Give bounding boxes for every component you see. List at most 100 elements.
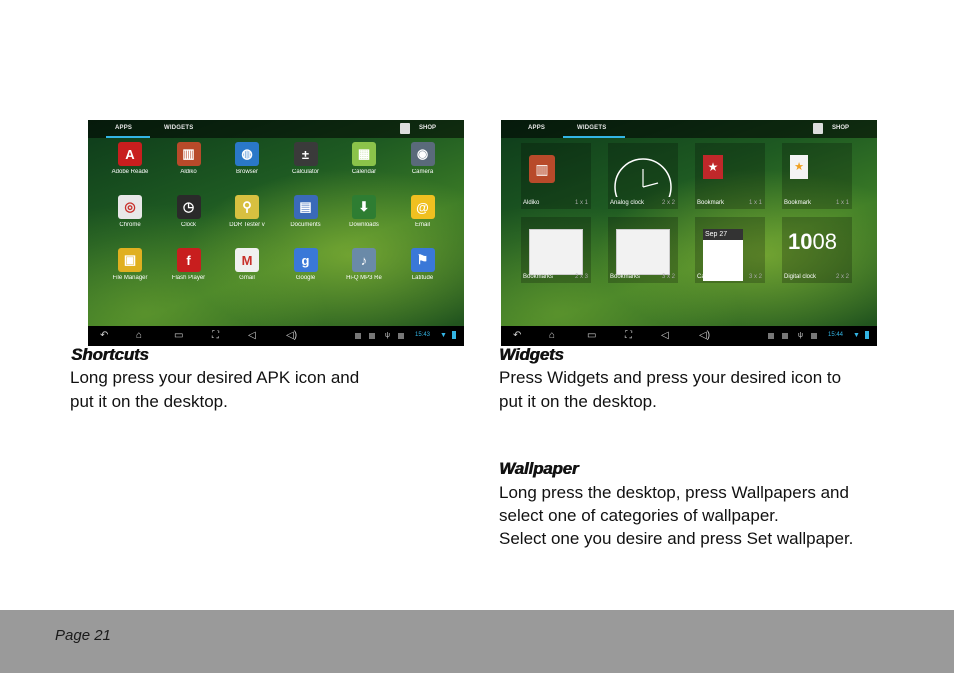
app-drawer-tabbar: APPS WIDGETS SHOP (501, 120, 877, 138)
shop-button[interactable]: SHOP (832, 125, 849, 131)
app-gmail[interactable]: M Gmail (218, 248, 276, 281)
usb-icon: ψ (798, 332, 803, 339)
aldiko-icon: ▥ (176, 142, 201, 166)
file-manager-icon: ▣ (118, 248, 142, 272)
volume-up-icon[interactable]: ◁) (286, 330, 297, 342)
widget-size: 2 x 2 (661, 200, 675, 206)
adobe-reader-icon: A (118, 142, 142, 166)
app-camera[interactable]: ◉ Camera (394, 142, 452, 175)
app-latitude[interactable]: ⚑ Latitude (394, 248, 452, 281)
app-calculator[interactable]: ± Calculator (277, 142, 335, 175)
chrome-icon: ◎ (118, 195, 142, 219)
app-label: Clock (180, 222, 196, 228)
google-icon: g (293, 248, 318, 272)
widget-calendar[interactable]: Sep 27 Calendar 3 x 2 (695, 217, 765, 283)
app-label: Aldiko (180, 169, 197, 175)
bookmark-icon: ★ (703, 155, 723, 179)
shop-bag-icon[interactable] (400, 123, 410, 134)
widget-size: 3 x 2 (661, 274, 675, 280)
screenshot-icon[interactable]: ⛶ (212, 330, 219, 342)
widget-size: 1 x 1 (835, 200, 849, 206)
volume-down-icon[interactable]: ◁ (661, 330, 669, 342)
app-label: Flash Player (171, 275, 206, 281)
app-downloads[interactable]: ⬇ Downloads (335, 195, 393, 228)
app-label: Browser (235, 169, 258, 175)
page-number: Page 21 (55, 627, 111, 644)
shop-bag-icon[interactable] (813, 123, 823, 134)
widget-bookmark[interactable]: ★ Bookmark 1 x 1 (782, 143, 852, 209)
battery-icon (452, 331, 456, 339)
app-flash-player[interactable]: f Flash Player (160, 248, 218, 281)
app-adobe-reade[interactable]: A Adobe Reade (101, 142, 159, 175)
shop-button[interactable]: SHOP (419, 125, 436, 131)
widget-analog-clock[interactable]: Analog clock 2 x 2 (608, 143, 678, 216)
sd-card-icon (811, 333, 817, 339)
app-email[interactable]: @ Email (394, 195, 452, 228)
widget-bookmarks[interactable]: Bookmarks 3 x 2 (608, 217, 678, 283)
widget-size: 2 x 3 (574, 274, 588, 280)
aldiko-widget-icon: ▥ (529, 155, 555, 183)
app-google[interactable]: g Google (277, 248, 335, 281)
widget-label: Bookmarks (610, 274, 641, 280)
recent-apps-icon[interactable]: ▭ (174, 330, 183, 342)
back-icon[interactable]: ↶ (100, 330, 108, 342)
ddr-tester-icon: ⚲ (235, 195, 259, 219)
app-drawer-tabbar: APPS WIDGETS SHOP (88, 120, 464, 138)
wallpaper-line-2: select one of categories of wallpaper. (499, 506, 779, 525)
widgets-heading: Widgets (499, 345, 564, 364)
tab-widgets-indicator (563, 136, 625, 138)
app-file-manager[interactable]: ▣ File Manager (101, 248, 159, 281)
widget-aldiko[interactable]: ▥ Aldiko 1 x 1 (521, 143, 591, 209)
back-icon[interactable]: ↶ (513, 330, 521, 342)
wallpaper-line-1: Long press the desktop, press Wallpapers… (499, 483, 849, 502)
app-calendar[interactable]: ▦ Calendar (335, 142, 393, 175)
widget-label: Bookmark (784, 200, 812, 206)
app-documents[interactable]: ▤ Documents (277, 195, 335, 228)
volume-down-icon[interactable]: ◁ (248, 330, 256, 342)
system-nav-bar: ↶ ⌂ ▭ ⛶ ◁ ◁) ψ 15:44 ▼ (501, 326, 877, 346)
camera-icon: ◉ (410, 142, 435, 166)
bookmarks-grid-icon (529, 229, 583, 275)
tab-apps[interactable]: APPS (528, 125, 545, 131)
app-browser[interactable]: ◍ Browser (218, 142, 276, 175)
bookmarks-list-icon (616, 229, 670, 275)
downloads-icon: ⬇ (352, 195, 376, 219)
widget-size: 2 x 2 (835, 274, 849, 280)
analog-clock-icon (614, 157, 672, 216)
app-label: Email (414, 222, 430, 228)
tab-apps[interactable]: APPS (115, 125, 132, 131)
flash-player-icon: f (176, 248, 201, 272)
app-chrome[interactable]: ◎ Chrome (101, 195, 159, 228)
gmail-icon: M (235, 248, 259, 272)
widget-bookmarks[interactable]: Bookmarks 2 x 3 (521, 217, 591, 283)
app-label: File Manager (112, 275, 148, 281)
volume-up-icon[interactable]: ◁) (699, 330, 710, 342)
latitude-icon: ⚑ (410, 248, 435, 272)
notification-icon (355, 333, 361, 339)
app-label: Latitude (411, 275, 434, 281)
app-aldiko[interactable]: ▥ Aldiko (160, 142, 218, 175)
widget-bookmark[interactable]: ★ Bookmark 1 x 1 (695, 143, 765, 209)
notification-icon (369, 333, 375, 339)
status-clock: 15:43 (415, 332, 431, 338)
widget-digital-clock[interactable]: 1008 Digital clock 2 x 2 (782, 217, 852, 283)
widgets-line-1: Press Widgets and press your desired ico… (499, 368, 842, 387)
tab-widgets[interactable]: WIDGETS (164, 125, 193, 131)
apps-screenshot: APPS WIDGETS SHOP A Adobe Reade ▥ Aldiko ◍ Br… (88, 120, 464, 346)
widget-label: Bookmarks (523, 274, 554, 280)
tab-apps-indicator (106, 136, 150, 138)
app-ddr-tester-v[interactable]: ⚲ DDR Tester v (218, 195, 276, 228)
recent-apps-icon[interactable]: ▭ (587, 330, 596, 342)
home-icon[interactable]: ⌂ (136, 330, 142, 342)
app-hi-q-mp3-re[interactable]: ♪ Hi-Q MP3 Re (335, 248, 393, 281)
tab-widgets[interactable]: WIDGETS (577, 125, 606, 131)
notification-icon (768, 333, 774, 339)
app-label: Calendar (351, 169, 377, 175)
home-icon[interactable]: ⌂ (549, 330, 555, 342)
app-clock[interactable]: ◷ Clock (160, 195, 218, 228)
screenshot-icon[interactable]: ⛶ (625, 330, 632, 342)
widget-label: Bookmark (697, 200, 725, 206)
app-label: Documents (290, 222, 321, 228)
clock-icon: ◷ (176, 195, 201, 219)
app-label: Camera (411, 169, 434, 175)
